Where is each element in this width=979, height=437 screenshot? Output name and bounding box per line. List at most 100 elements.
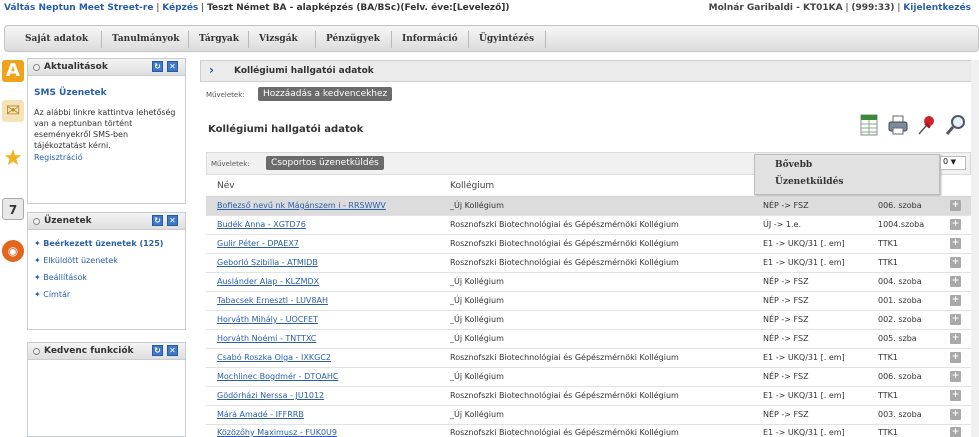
row-expand-button[interactable]: +: [950, 427, 961, 437]
a-letter-icon[interactable]: A: [2, 60, 24, 82]
close-icon[interactable]: ✕: [167, 61, 178, 72]
row-expand-button[interactable]: +: [950, 371, 961, 382]
status-cell: E1 -> UKQ/31 [. em]: [763, 391, 845, 400]
kepzes-link[interactable]: Képzés: [162, 3, 198, 13]
row-expand-button[interactable]: +: [950, 238, 961, 249]
student-name-link[interactable]: Budék Anna - XGTD76: [217, 220, 306, 229]
table-row[interactable]: Horváth Mihály - UOCFET _Új Kollégium NÉ…: [206, 311, 971, 330]
student-name-link[interactable]: Gödörházi Nerssa - JU1012: [217, 391, 324, 400]
menu-penzugyek[interactable]: Pénzügyek: [326, 34, 380, 44]
student-name-link[interactable]: Horváth Mihály - UOCFET: [217, 315, 318, 324]
training-info: Teszt Német BA - alapképzés (BA/BSc)(Fel…: [207, 3, 510, 13]
menu-ugyintezes[interactable]: Ügyintézés: [479, 34, 534, 44]
row-expand-button[interactable]: +: [950, 352, 961, 363]
table-row[interactable]: Csabó Roszka Olga - IXKGC2 Rosznofszki B…: [206, 349, 971, 368]
menu-vizsgak[interactable]: Vizsgák: [259, 34, 298, 44]
pin-icon[interactable]: [916, 113, 938, 137]
directory-item[interactable]: ✦ Címtár: [34, 290, 70, 299]
left-icon-strip: A ✉ ★ 7 ◉: [0, 58, 26, 437]
table-row[interactable]: Auslánder Alap - KLZMDX _Új Kollégium NÉ…: [206, 273, 971, 292]
room-cell: TTK1: [878, 258, 898, 267]
menu-tanulmanyok[interactable]: Tanulmányok: [112, 34, 180, 44]
table-row[interactable]: Márá Amadé - IFFRRB _Új Kollégium NÉP ->…: [206, 406, 971, 425]
switch-link[interactable]: Váltás Neptun Meet Street-re: [4, 3, 153, 13]
popup-item-details[interactable]: Bővebb: [775, 160, 812, 170]
logout-link[interactable]: Kijelentkezés: [903, 3, 971, 13]
search-icon[interactable]: [945, 113, 967, 137]
dorm-cell: Rosznofszki Biotechnológiai és Gépészmér…: [450, 239, 679, 248]
table-row[interactable]: Gulir Péter - DPAEX7 Rosznofszki Biotech…: [206, 235, 971, 254]
status-cell: NÉP -> FSZ: [763, 201, 809, 210]
row-expand-button[interactable]: +: [950, 333, 961, 344]
student-name-link[interactable]: Közözőhy Maximusz - FUK0U9: [217, 428, 337, 437]
student-name-link[interactable]: Márá Amadé - IFFRRB: [217, 410, 304, 419]
sent-label: Elküldött üzenetek: [43, 256, 118, 265]
row-expand-button[interactable]: +: [950, 276, 961, 287]
table-row[interactable]: Gödörházi Nerssa - JU1012 Rosznofszki Bi…: [206, 387, 971, 406]
sms-link[interactable]: SMS Üzenetek: [34, 88, 107, 98]
sent-item[interactable]: ✦ Elküldött üzenetek: [34, 256, 118, 265]
inbox-item[interactable]: ✦ Beérkezett üzenetek (125): [34, 239, 163, 248]
refresh-icon[interactable]: ↻: [152, 215, 163, 226]
table-header: Név Kollégium: [206, 176, 971, 197]
menu-separator: [101, 31, 102, 48]
chevron-right-icon[interactable]: ›: [209, 63, 214, 77]
status-cell: ÚJ -> 1.e.: [763, 220, 801, 229]
room-cell: TTK1: [878, 353, 898, 362]
envelope-icon[interactable]: ✉: [2, 100, 24, 122]
excel-export-icon[interactable]: [858, 113, 880, 137]
row-expand-button[interactable]: +: [950, 257, 961, 268]
room-cell: TTK1: [878, 239, 898, 248]
print-icon[interactable]: [887, 113, 909, 137]
messages-box: Üzenetek ↻ ✕ ✦ Beérkezett üzenetek (125)…: [27, 212, 186, 330]
student-name-link[interactable]: Geborló Szibilla - ATMIDB: [217, 258, 318, 267]
add-to-favorites-button[interactable]: Hozzáadás a kedvencekhez: [258, 87, 393, 101]
student-name-link[interactable]: Gulir Péter - DPAEX7: [217, 239, 299, 248]
student-name-link[interactable]: Horváth Noémi - TNTTXC: [217, 334, 316, 343]
row-expand-button[interactable]: +: [950, 295, 961, 306]
status-cell: NÉP -> FSZ: [763, 277, 809, 286]
settings-label: Beállítások: [43, 273, 87, 282]
table-row[interactable]: Mochlinec Bogdmér - DTOAHC _Új Kollégium…: [206, 368, 971, 387]
directory-label: Címtár: [43, 290, 71, 299]
table-row[interactable]: Bofiezső nevű nk Mágánszem i - RRSWWV _Ú…: [206, 197, 971, 216]
menu-sajat-adatok[interactable]: Saját adatok: [25, 34, 88, 44]
settings-item[interactable]: ✦ Beállítások: [34, 273, 87, 282]
dorm-cell: _Új Kollégium: [450, 277, 504, 286]
diamond-icon: ✦: [34, 239, 44, 248]
row-expand-button[interactable]: +: [950, 219, 961, 230]
top-left-info: Váltás Neptun Meet Street-re | Képzés | …: [4, 3, 510, 13]
row-expand-button[interactable]: +: [950, 409, 961, 420]
close-icon[interactable]: ✕: [167, 345, 178, 356]
column-header-name[interactable]: Név: [217, 181, 235, 191]
table-row[interactable]: Tabacsek Ernesztl - LUV8AH _Új Kollégium…: [206, 292, 971, 311]
student-name-link[interactable]: Tabacsek Ernesztl - LUV8AH: [217, 296, 328, 305]
table-row[interactable]: Horváth Noémi - TNTTXC _Új Kollégium NÉP…: [206, 330, 971, 349]
menu-targyak[interactable]: Tárgyak: [199, 34, 239, 44]
menu-informacio[interactable]: Információ: [402, 34, 458, 44]
table-row[interactable]: Közözőhy Maximusz - FUK0U9 Rosznofszki B…: [206, 424, 971, 437]
page-size-select[interactable]: 0 ▼: [940, 156, 966, 170]
student-name-link[interactable]: Auslánder Alap - KLZMDX: [217, 277, 319, 286]
close-icon[interactable]: ✕: [167, 215, 178, 226]
row-expand-button[interactable]: +: [950, 314, 961, 325]
table-row[interactable]: Budék Anna - XGTD76 Rosznofszki Biotechn…: [206, 216, 971, 235]
table-row[interactable]: Geborló Szibilla - ATMIDB Rosznofszki Bi…: [206, 254, 971, 273]
refresh-icon[interactable]: ↻: [152, 345, 163, 356]
refresh-icon[interactable]: ↻: [152, 61, 163, 72]
register-link[interactable]: Regisztráció: [34, 153, 83, 162]
status-cell: NÉP -> FSZ: [763, 410, 809, 419]
chat-icon[interactable]: ◉: [2, 240, 24, 262]
column-header-dorm[interactable]: Kollégium: [450, 181, 494, 191]
student-name-link[interactable]: Mochlinec Bogdmér - DTOAHC: [217, 372, 338, 381]
group-message-button[interactable]: Csoportos üzenetküldés: [266, 156, 384, 170]
calendar-icon[interactable]: 7: [2, 198, 24, 220]
room-cell: 003. szoba: [878, 410, 922, 419]
star-icon[interactable]: ★: [2, 148, 24, 170]
diamond-icon: ✦: [34, 273, 44, 282]
student-name-link[interactable]: Bofiezső nevű nk Mágánszem i - RRSWWV: [217, 201, 386, 210]
row-expand-button[interactable]: +: [950, 200, 961, 211]
row-expand-button[interactable]: +: [950, 390, 961, 401]
vertical-scrollbar[interactable]: [971, 60, 979, 437]
student-name-link[interactable]: Csabó Roszka Olga - IXKGC2: [217, 353, 331, 362]
